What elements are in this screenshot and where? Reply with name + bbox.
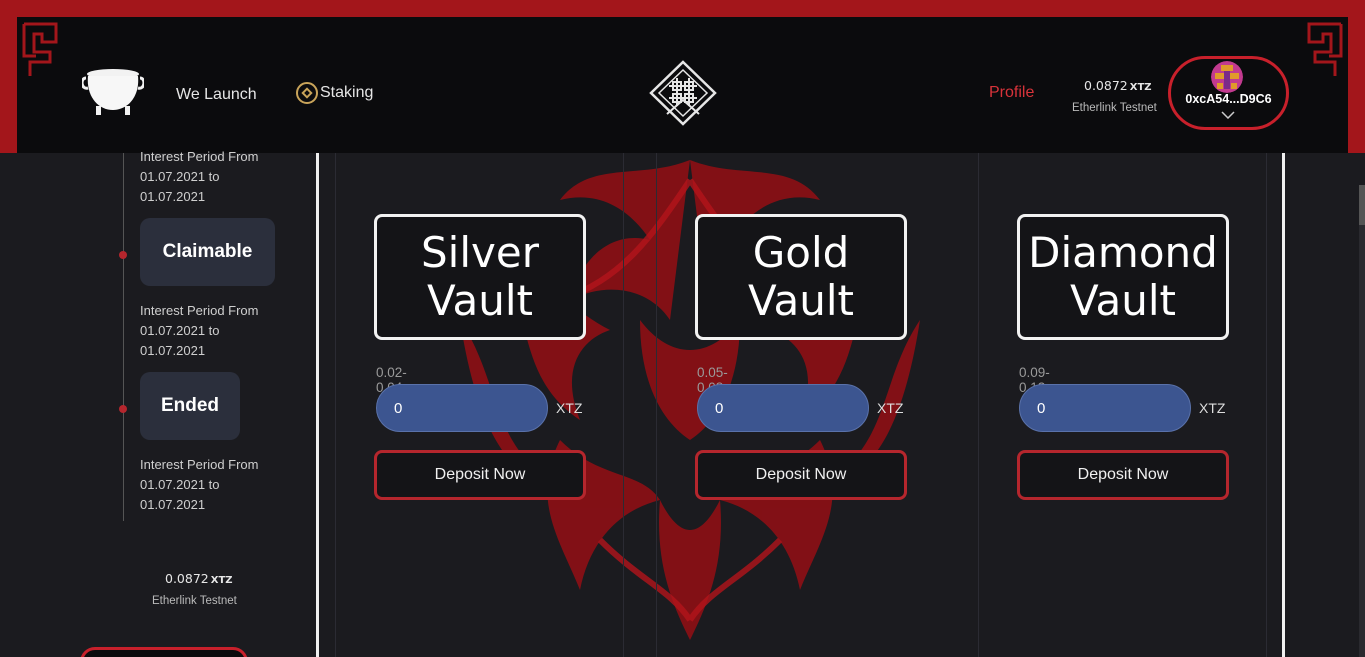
column-divider: [335, 153, 336, 657]
panel-border-left: [316, 153, 319, 657]
silver-vault-title: Silver Vault: [374, 214, 586, 340]
nav-staking-label: Staking: [320, 84, 374, 101]
silver-vault-amount-input[interactable]: [376, 384, 548, 432]
diamond-deposit-button[interactable]: Deposit Now: [1017, 450, 1229, 500]
gold-vault-title: Gold Vault: [695, 214, 907, 340]
corner-ornament-left: [22, 22, 58, 76]
silver-deposit-button[interactable]: Deposit Now: [374, 450, 586, 500]
cauldron-logo-icon[interactable]: [82, 66, 144, 116]
page-scrollbar-track[interactable]: [1359, 185, 1365, 657]
sidebar-wallet-button[interactable]: [80, 647, 248, 657]
gold-vault-amount-input[interactable]: [697, 384, 869, 432]
column-divider: [1266, 153, 1267, 657]
timeline-line: [123, 153, 124, 521]
panel-border-right: [1282, 153, 1285, 657]
page-scrollbar-thumb[interactable]: [1359, 185, 1365, 225]
diamond-vault-unit: XTZ: [1199, 400, 1226, 416]
wallet-avatar-icon: [1211, 61, 1243, 93]
wallet-account-button[interactable]: 0xcA54...D9C6: [1168, 56, 1289, 130]
timeline-dot-claimable: [119, 251, 127, 259]
diamond-vault-amount-input[interactable]: [1019, 384, 1191, 432]
center-knot-emblem-icon[interactable]: [649, 60, 717, 126]
ended-status-button[interactable]: Ended: [140, 372, 240, 440]
chevron-down-icon: [1221, 111, 1235, 119]
column-divider: [978, 153, 979, 657]
corner-ornament-right: [1307, 22, 1343, 76]
gold-deposit-button[interactable]: Deposit Now: [695, 450, 907, 500]
diamond-vault-title: Diamond Vault: [1017, 214, 1229, 340]
timeline-interest-period-3: Interest Period From 01.07.2021 to 01.07…: [140, 457, 259, 512]
nav-staking-link[interactable]: Staking: [296, 82, 373, 104]
header-network-label: Etherlink Testnet: [1072, 102, 1157, 114]
top-red-frame: [0, 0, 1365, 17]
timeline-interest-period-2: Interest Period From 01.07.2021 to 01.07…: [140, 303, 259, 358]
sidebar-balance-currency: XTZ: [210, 575, 233, 586]
column-divider: [623, 153, 624, 657]
timeline-dot-ended: [119, 405, 127, 413]
sidebar-balance: 0.0872 XTZ: [165, 571, 233, 586]
header-balance-currency: XTZ: [1129, 82, 1152, 93]
staking-coin-icon: [296, 82, 318, 104]
header-balance: 0.0872 XTZ: [1084, 78, 1152, 93]
wallet-address: 0xcA54...D9C6: [1185, 92, 1272, 106]
right-red-frame: [1348, 0, 1365, 153]
nav-we-launch-link[interactable]: We Launch: [176, 86, 257, 104]
nav-profile-link[interactable]: Profile: [989, 84, 1034, 102]
app-root: { "nav": { "we_launch": "We Launch", "st…: [0, 0, 1365, 657]
claimable-status-button[interactable]: Claimable: [140, 218, 275, 286]
sidebar-network-label: Etherlink Testnet: [152, 595, 237, 607]
gold-vault-unit: XTZ: [877, 400, 904, 416]
silver-vault-unit: XTZ: [556, 400, 583, 416]
timeline-interest-period-1: Interest Period From 01.07.2021 to 01.07…: [140, 149, 259, 204]
left-red-frame: [0, 0, 17, 153]
column-divider: [656, 153, 657, 657]
